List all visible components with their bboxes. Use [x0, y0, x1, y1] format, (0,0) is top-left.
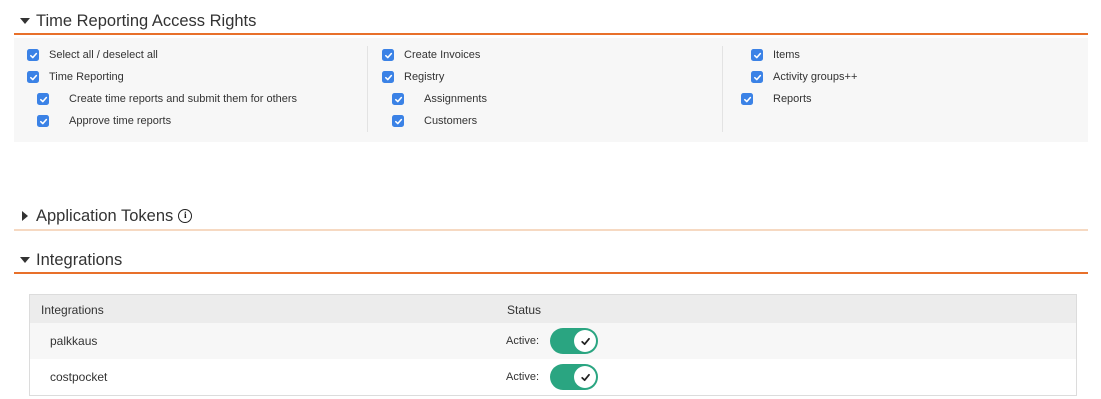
checkbox[interactable]: [382, 71, 394, 83]
permission-row[interactable]: Reports: [741, 88, 812, 110]
table-header: Integrations Status: [30, 295, 1076, 323]
section-title: Integrations: [36, 250, 123, 269]
permission-label: Registry: [404, 71, 445, 83]
permission-label: Time Reporting: [49, 71, 124, 83]
column-header-status: Status: [507, 303, 542, 317]
access-rights-panel: Select all / deselect all Time Reporting C…: [14, 38, 1088, 142]
permission-label: Create time reports and submit them for …: [69, 93, 298, 105]
permission-row[interactable]: Customers: [392, 110, 477, 132]
permission-row[interactable]: Time Reporting: [27, 66, 124, 88]
permission-row[interactable]: Registry: [382, 66, 444, 88]
collapse-arrow-icon[interactable]: [18, 14, 32, 28]
permission-row[interactable]: Approve time reports: [37, 110, 171, 132]
access-rights-header[interactable]: Time Reporting Access Rights: [14, 9, 1088, 33]
permission-row[interactable]: Activity groups++: [751, 66, 857, 88]
section-divider: [14, 272, 1088, 274]
permission-label: Create Invoices: [404, 49, 481, 61]
checkbox[interactable]: [37, 93, 49, 105]
permission-label: Assignments: [424, 93, 487, 105]
checkbox[interactable]: [27, 71, 39, 83]
status-label: Active:: [506, 335, 540, 347]
permission-label: Items: [773, 49, 800, 61]
section-title: Application Tokens: [36, 206, 174, 225]
integrations-table: Integrations Status palkkaus Active: costp…: [29, 294, 1077, 396]
active-toggle[interactable]: [550, 364, 598, 390]
check-icon: [574, 330, 596, 352]
checkbox[interactable]: [741, 93, 753, 105]
expand-arrow-icon[interactable]: [18, 209, 32, 223]
permission-label: Select all / deselect all: [49, 49, 158, 61]
column-header-integrations: Integrations: [41, 303, 104, 317]
checkbox[interactable]: [751, 49, 763, 61]
integration-name: costpocket: [50, 370, 108, 384]
permission-label: Customers: [424, 115, 478, 127]
rights-column: Items Activity groups++ Reports: [723, 44, 1083, 132]
section-divider: [14, 229, 1088, 231]
integration-name: palkkaus: [50, 334, 98, 348]
checkbox[interactable]: [751, 71, 763, 83]
permission-row[interactable]: Create Invoices: [382, 44, 480, 66]
checkbox[interactable]: [392, 115, 404, 127]
permission-row[interactable]: Items: [751, 44, 800, 66]
section-divider: [14, 33, 1088, 35]
integrations-header[interactable]: Integrations: [14, 248, 1088, 272]
status-label: Active:: [506, 371, 540, 383]
info-icon[interactable]: i: [178, 209, 193, 223]
rights-column: Select all / deselect all Time Reporting C…: [14, 44, 366, 132]
checkbox[interactable]: [37, 115, 49, 127]
permission-label: Activity groups++: [773, 71, 858, 83]
permission-row[interactable]: Select all / deselect all: [27, 44, 158, 66]
checkbox[interactable]: [392, 93, 404, 105]
permission-row[interactable]: Assignments: [392, 88, 487, 110]
table-row: costpocket Active:: [30, 359, 1076, 395]
check-icon: [574, 366, 596, 388]
permission-label: Reports: [773, 93, 812, 105]
collapse-arrow-icon[interactable]: [18, 253, 32, 267]
table-row: palkkaus Active:: [30, 323, 1076, 359]
checkbox[interactable]: [27, 49, 39, 61]
permission-label: Approve time reports: [69, 115, 172, 127]
application-tokens-header[interactable]: Application Tokens i: [14, 204, 1088, 228]
rights-column: Create Invoices Registry Assignments Custom…: [368, 44, 720, 132]
checkbox[interactable]: [382, 49, 394, 61]
permission-row[interactable]: Create time reports and submit them for …: [37, 88, 297, 110]
section-title: Time Reporting Access Rights: [36, 11, 257, 30]
active-toggle[interactable]: [550, 328, 598, 354]
